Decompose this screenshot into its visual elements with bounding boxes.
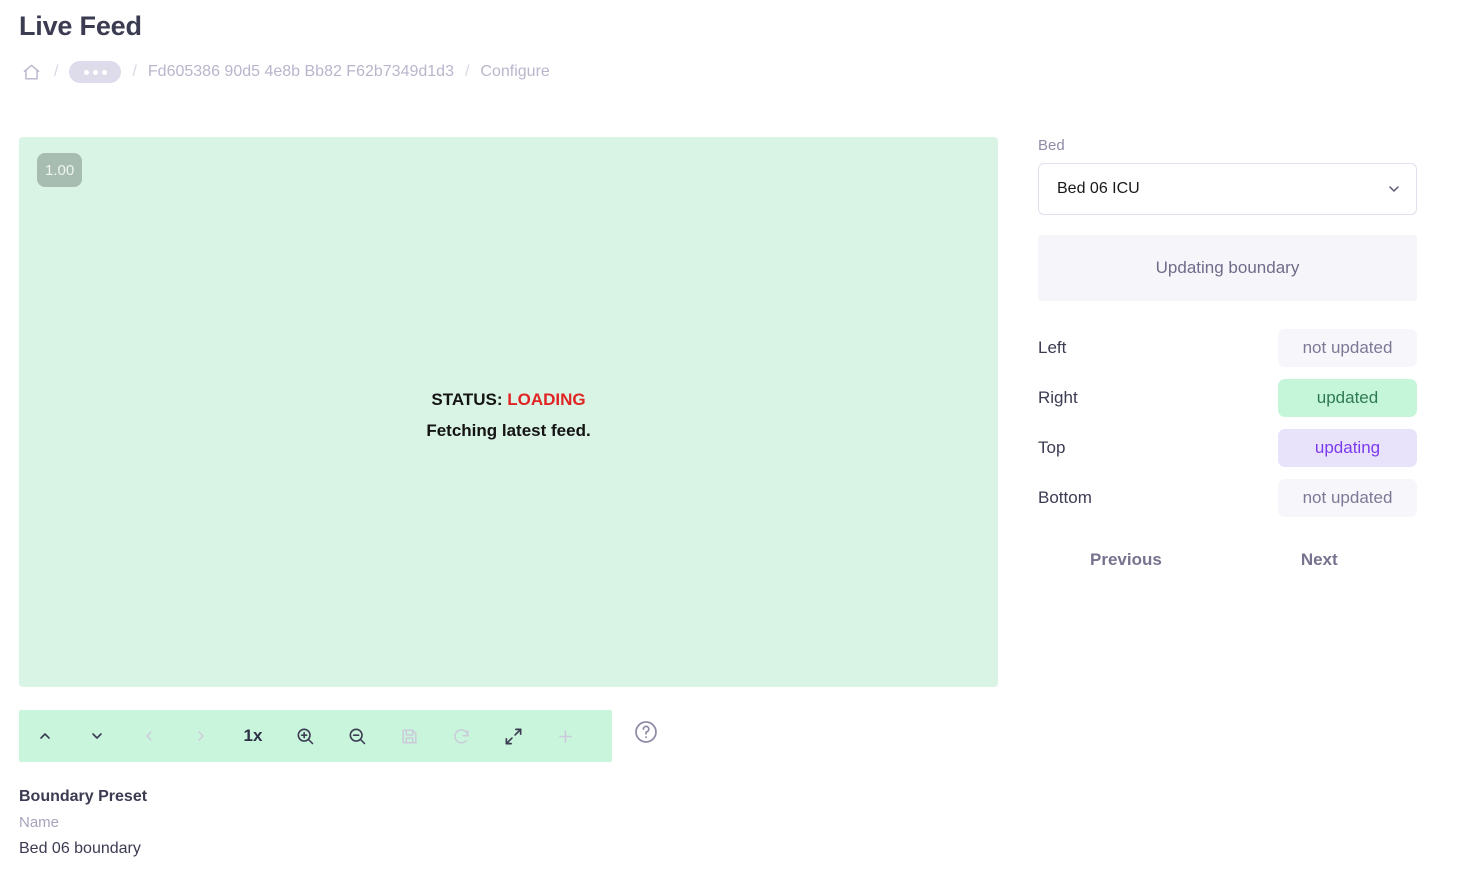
chevron-right-icon[interactable] (175, 710, 227, 762)
help-circle-icon[interactable] (632, 718, 660, 746)
previous-button[interactable]: Previous (1090, 550, 1162, 570)
status-row-left: Left not updated (1038, 323, 1417, 373)
breadcrumb-separator-2: / (121, 63, 147, 81)
video-status-line: STATUS: LOADING (19, 384, 998, 415)
playback-rate-button[interactable]: 1x (227, 710, 279, 762)
next-button[interactable]: Next (1301, 550, 1338, 570)
ellipsis-dot (93, 70, 98, 75)
video-status-detail: Fetching latest feed. (19, 415, 998, 446)
breadcrumb-item-configure[interactable]: Configure (480, 63, 549, 81)
status-label-top: Top (1038, 438, 1065, 458)
live-feed-viewport[interactable]: 1.00 STATUS: LOADING Fetching latest fee… (19, 137, 998, 687)
ellipsis-dot (102, 70, 107, 75)
boundary-preset-section: Boundary Preset Name Bed 06 boundary (19, 784, 147, 862)
save-icon[interactable] (383, 710, 435, 762)
boundary-preset-name-value: Bed 06 boundary (19, 836, 147, 862)
boundary-preset-title: Boundary Preset (19, 784, 147, 810)
breadcrumb-ellipsis-button[interactable] (69, 61, 121, 83)
breadcrumb-separator-3: / (454, 63, 480, 81)
fps-badge: 1.00 (37, 153, 82, 187)
fullscreen-icon[interactable] (487, 710, 539, 762)
breadcrumb: / / Fd605386 90d5 4e8b Bb82 F62b7349d1d3… (19, 60, 550, 84)
breadcrumb-item-id[interactable]: Fd605386 90d5 4e8b Bb82 F62b7349d1d3 (148, 63, 454, 81)
chevron-up-icon[interactable] (19, 710, 71, 762)
status-row-right: Right updated (1038, 373, 1417, 423)
status-row-bottom: Bottom not updated (1038, 473, 1417, 523)
video-status-overlay: STATUS: LOADING Fetching latest feed. (19, 384, 998, 446)
status-row-top: Top updating (1038, 423, 1417, 473)
status-badge-top: updating (1278, 429, 1417, 467)
status-label-bottom: Bottom (1038, 488, 1092, 508)
refresh-icon[interactable] (435, 710, 487, 762)
plus-icon[interactable] (539, 710, 591, 762)
video-status-label: STATUS: (431, 390, 502, 409)
breadcrumb-separator-1: / (43, 63, 69, 81)
bed-select-label: Bed (1038, 137, 1417, 154)
updating-boundary-button[interactable]: Updating boundary (1038, 235, 1417, 301)
status-badge-right: updated (1278, 379, 1417, 417)
boundary-nav-row: Previous Next (1038, 550, 1417, 570)
zoom-out-icon[interactable] (331, 710, 383, 762)
chevron-down-icon (1386, 181, 1402, 197)
zoom-in-icon[interactable] (279, 710, 331, 762)
ellipsis-dot (84, 70, 89, 75)
player-toolbar-wrapper: 1x (19, 710, 660, 762)
bed-select-value: Bed 06 ICU (1057, 180, 1386, 198)
video-status-value: LOADING (507, 390, 585, 409)
status-badge-bottom: not updated (1278, 479, 1417, 517)
page-title: Live Feed (19, 11, 142, 42)
home-icon[interactable] (19, 60, 43, 84)
status-badge-left: not updated (1278, 329, 1417, 367)
chevron-left-icon[interactable] (123, 710, 175, 762)
configure-side-panel: Bed Bed 06 ICU Updating boundary Left no… (1038, 137, 1417, 570)
player-toolbar: 1x (19, 710, 612, 762)
bed-select[interactable]: Bed 06 ICU (1038, 163, 1417, 215)
chevron-down-icon[interactable] (71, 710, 123, 762)
boundary-preset-name-label: Name (19, 810, 147, 836)
boundary-status-list: Left not updated Right updated Top updat… (1038, 323, 1417, 523)
status-label-left: Left (1038, 338, 1066, 358)
status-label-right: Right (1038, 388, 1078, 408)
